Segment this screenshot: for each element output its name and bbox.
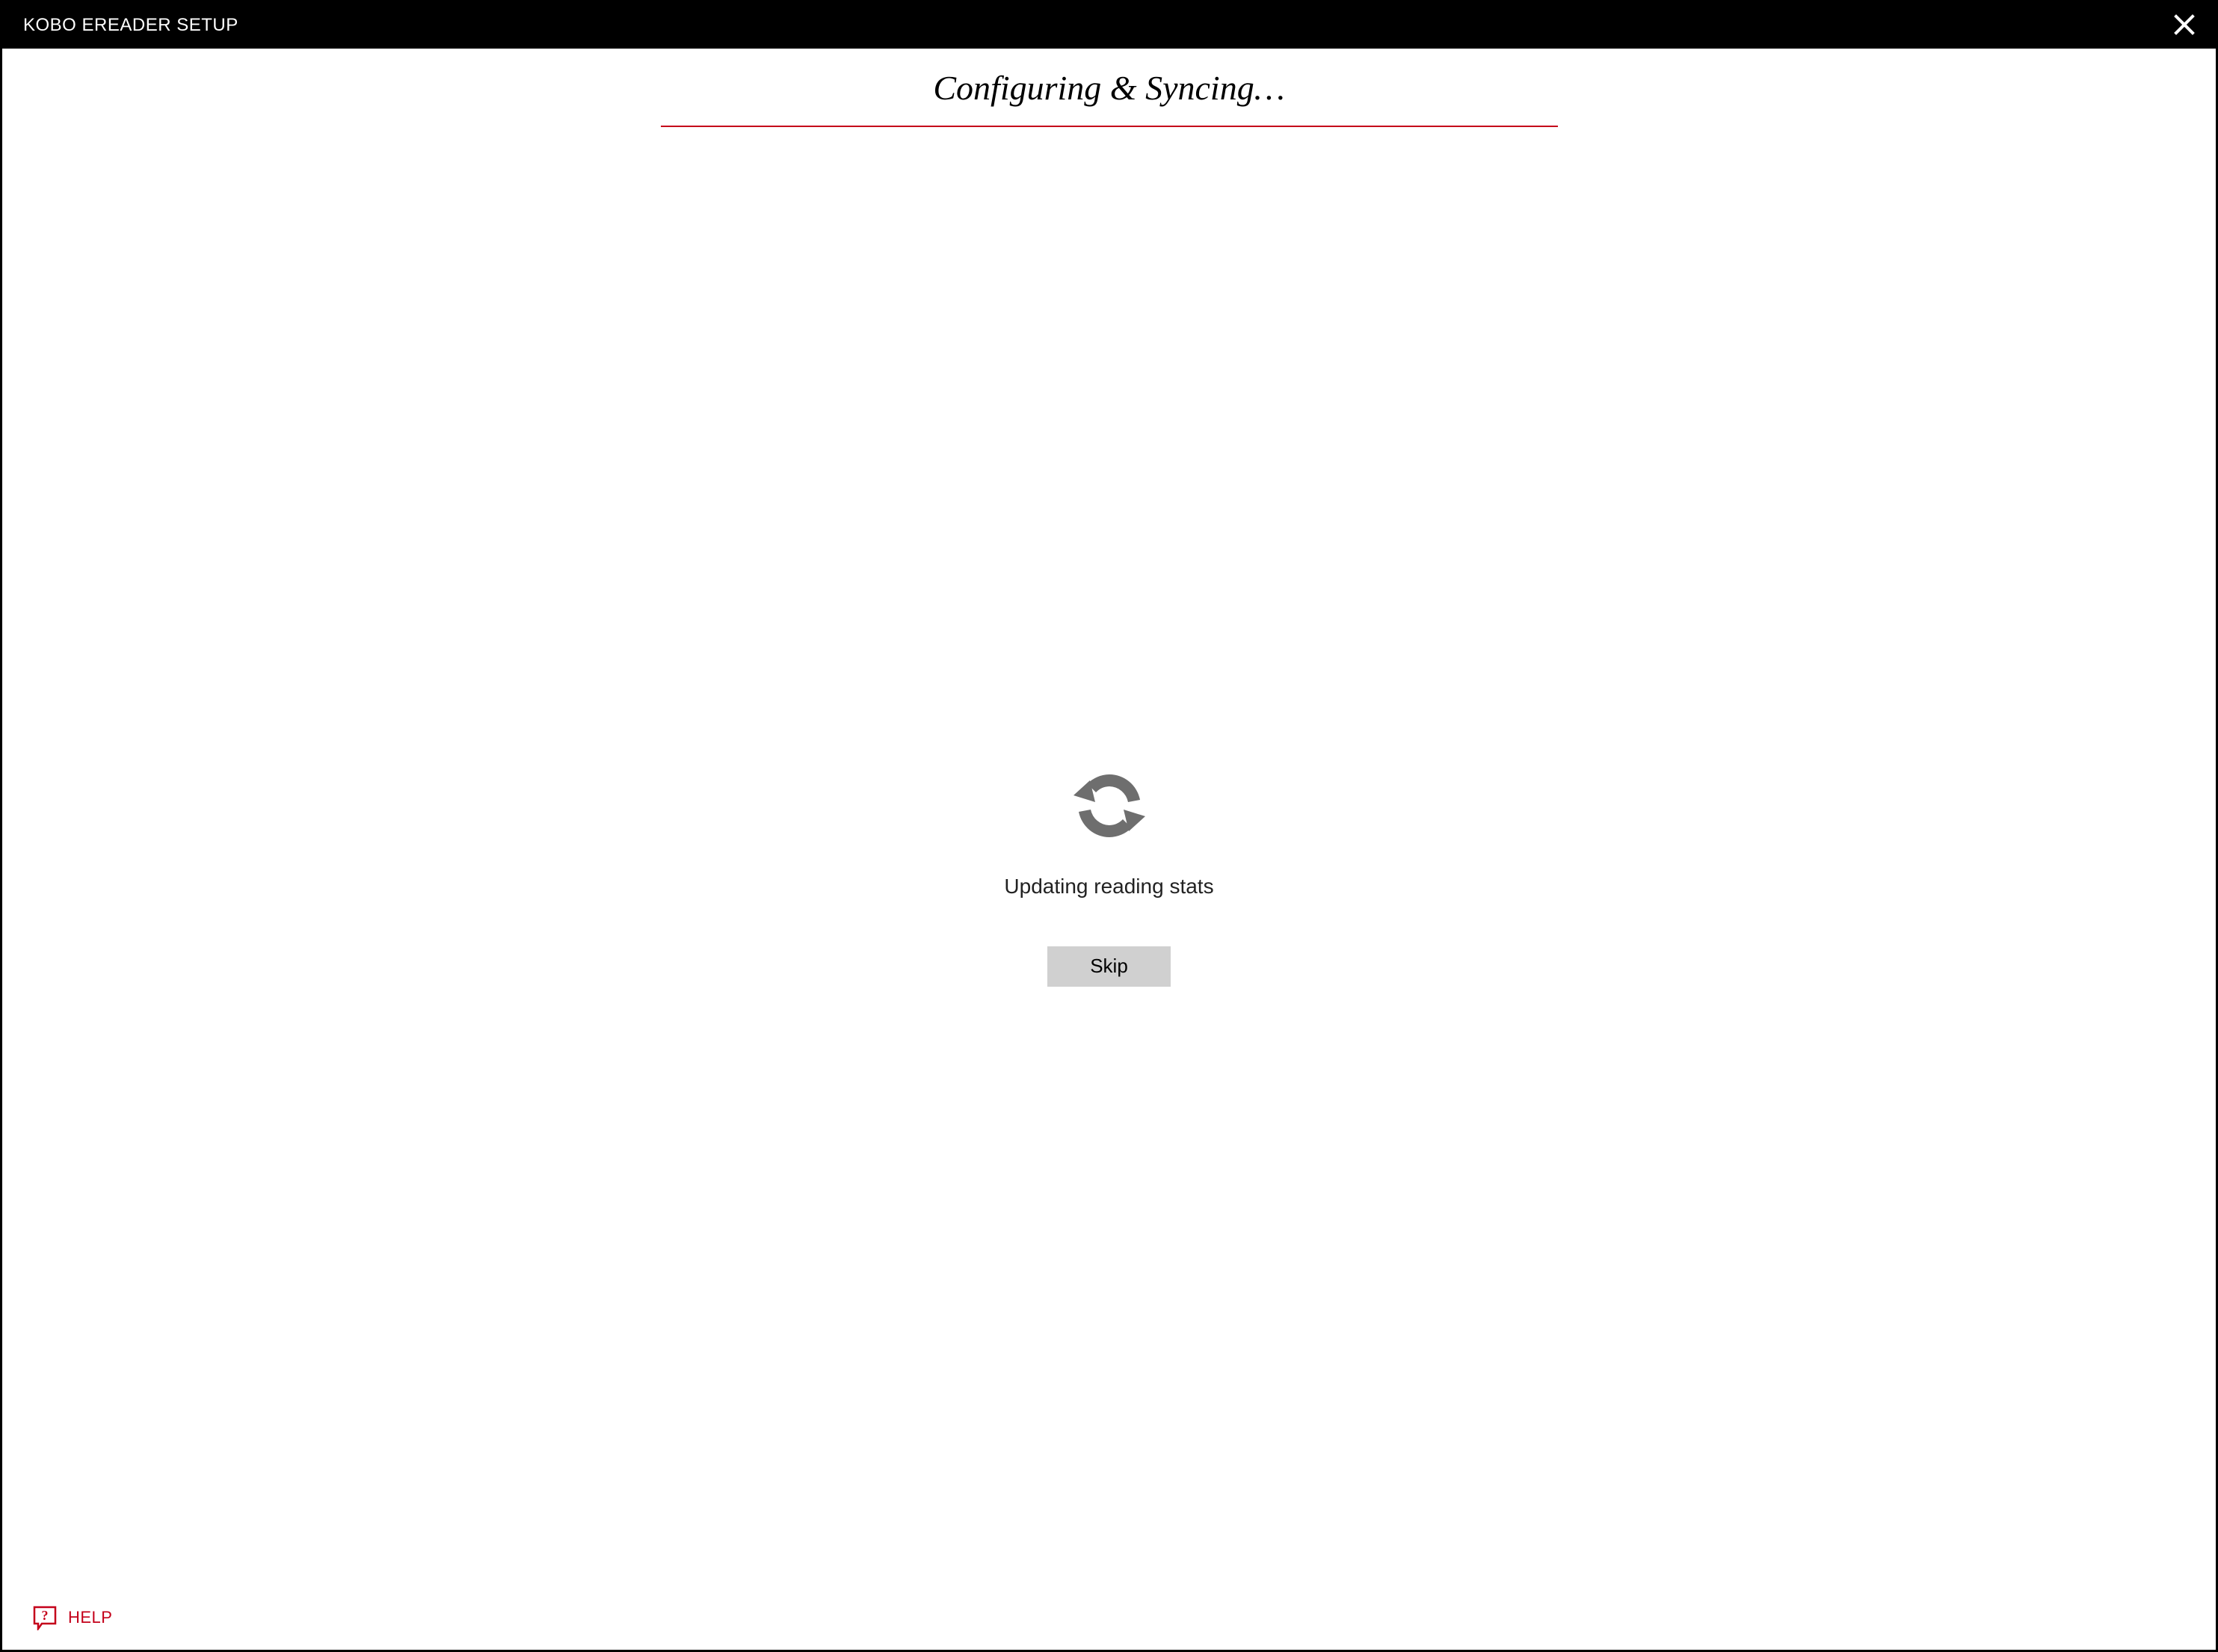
skip-button[interactable]: Skip — [1047, 946, 1171, 987]
content-area: Configuring & Syncing… Up — [2, 49, 2216, 1650]
status-text: Updating reading stats — [1004, 875, 1213, 899]
setup-window: KOBO EREADER SETUP Configuring & Syncing… — [0, 0, 2218, 1652]
window-title: KOBO EREADER SETUP — [23, 15, 238, 36]
page-heading: Configuring & Syncing… — [933, 68, 1284, 108]
help-link[interactable]: ? HELP — [32, 1605, 112, 1630]
help-icon: ? — [32, 1605, 58, 1630]
svg-text:?: ? — [42, 1608, 49, 1623]
titlebar: KOBO EREADER SETUP — [2, 2, 2216, 49]
help-label: HELP — [68, 1608, 112, 1627]
close-button[interactable] — [2169, 10, 2199, 40]
close-icon — [2173, 13, 2196, 38]
sync-status-area: Updating reading stats Skip — [32, 127, 2186, 1650]
sync-icon — [1065, 761, 1154, 851]
